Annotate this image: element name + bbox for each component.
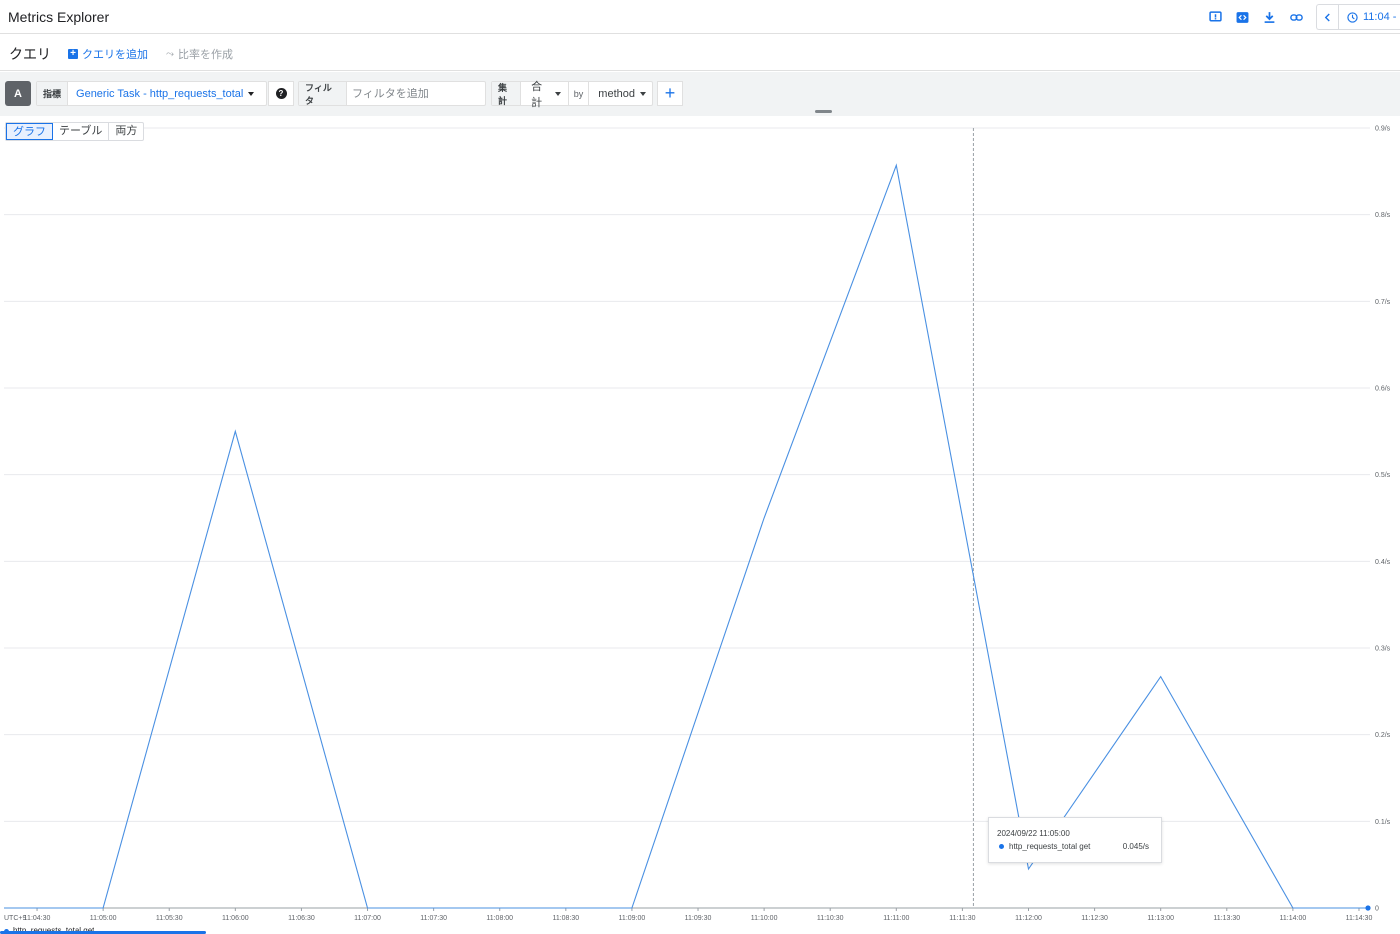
caret-down-icon (640, 91, 646, 96)
x-tick-label: 11:09:30 (685, 915, 712, 922)
y-tick-label: 0.8/s (1375, 212, 1391, 219)
y-tick-label: 0 (1375, 906, 1379, 913)
x-tick-label: 11:04:30 (24, 915, 51, 922)
feedback-icon[interactable] (1202, 0, 1229, 34)
view-table-button[interactable]: テーブル (53, 123, 110, 140)
x-tick-label: 11:10:30 (817, 915, 844, 922)
series-end-point (1365, 905, 1371, 911)
metrics-chart[interactable]: 0 0.1/s 0.2/s 0.3/s 0.4/s 0.5/s 0.6/s 0.7/s 0.8/… (0, 118, 1400, 926)
time-range-label: 11:04 - (1363, 11, 1397, 23)
time-range-button[interactable]: 11:04 - (1339, 5, 1400, 29)
view-graph-button[interactable]: グラフ (6, 123, 53, 140)
x-tick-label: 11:06:00 (222, 915, 249, 922)
clock-icon (1347, 11, 1358, 23)
x-tick-label: 11:08:00 (486, 915, 513, 922)
app-header: Metrics Explorer 11:04 - (0, 0, 1400, 34)
tooltip-row: http_requests_total get 0.045/s (999, 842, 1159, 851)
query-section-title: クエリ (9, 46, 51, 62)
series-line (4, 163, 1370, 909)
x-tick-label: 11:14:30 (1346, 915, 1373, 922)
caret-down-icon (554, 91, 561, 96)
chevron-left-icon[interactable] (1317, 5, 1339, 29)
filter-field: フィルタ (298, 81, 486, 106)
chart-tooltip: 2024/09/22 11:05:00 http_requests_total … (988, 817, 1162, 863)
caret-down-icon (248, 91, 255, 96)
tooltip-time: 2024/09/22 11:05:00 (997, 829, 1070, 838)
tooltip-series: http_requests_total get (1009, 842, 1091, 851)
add-query-label: クエリを追加 (82, 49, 148, 61)
view-both-button[interactable]: 両方 (109, 123, 143, 140)
x-tick-label: 11:07:00 (354, 915, 381, 922)
make-ratio-button[interactable]: ⤳ 比率を作成 (166, 46, 233, 62)
x-tick-label: 11:12:00 (1015, 915, 1042, 922)
aggregation-tag: 集計 (492, 82, 522, 106)
help-icon: ? (275, 88, 287, 99)
aggregation-field: 集計 合計 by method (491, 81, 653, 109)
y-tick-label: 0.6/s (1375, 386, 1391, 393)
header-actions: 11:04 - (1202, 0, 1400, 34)
code-icon[interactable] (1229, 0, 1256, 34)
x-tick-label: 11:08:30 (552, 915, 579, 922)
x-tick-label: 11:09:00 (619, 915, 646, 922)
link-icon[interactable] (1283, 0, 1310, 34)
query-builder: A 指標 Generic Task - http_requests_total … (0, 72, 1400, 116)
timezone-label: UTC+9 (4, 915, 26, 922)
filter-input[interactable] (347, 87, 485, 100)
y-tick-label: 0.3/s (1375, 646, 1391, 653)
group-by-select[interactable]: method (589, 88, 652, 100)
aggregation-select[interactable]: 合計 (521, 81, 569, 109)
filter-tag: フィルタ (299, 82, 347, 106)
download-icon[interactable] (1256, 0, 1283, 34)
x-tick-label: 11:11:30 (949, 915, 975, 922)
x-tick-label: 11:13:00 (1147, 915, 1174, 922)
x-tick-label: 11:12:30 (1081, 915, 1108, 922)
x-tick-label: 11:10:00 (751, 915, 778, 922)
add-box-icon: + (68, 49, 78, 59)
resize-handle[interactable] (815, 110, 832, 113)
tooltip-value: 0.045/s (1122, 842, 1149, 851)
metric-value[interactable]: Generic Task - http_requests_total (68, 88, 262, 100)
y-tick-label: 0.9/s (1375, 126, 1391, 133)
add-clause-button[interactable]: + (657, 81, 683, 106)
by-label: by (569, 82, 590, 105)
x-tick-label: 11:11:00 (883, 915, 909, 922)
aggregation-value: 合計 (531, 80, 543, 109)
x-tick-label: 11:13:30 (1213, 915, 1240, 922)
y-tick-label: 0.7/s (1375, 299, 1391, 306)
view-toggle: グラフ テーブル 両方 (5, 122, 145, 141)
time-range-group: 11:04 - (1316, 4, 1400, 30)
make-ratio-label: 比率を作成 (178, 49, 233, 61)
y-tick-label: 0.2/s (1375, 732, 1391, 739)
series-dot-icon (999, 844, 1004, 849)
x-tick-label: 11:14:00 (1280, 915, 1307, 922)
metric-value-text: Generic Task - http_requests_total (76, 87, 244, 100)
app-title: Metrics Explorer (8, 9, 110, 25)
add-query-button[interactable]: + クエリを追加 (68, 46, 148, 62)
y-tick-label: 0.5/s (1375, 472, 1391, 479)
x-tick-label: 11:05:30 (156, 915, 183, 922)
y-tick-label: 0.4/s (1375, 559, 1391, 566)
x-tick-label: 11:05:00 (90, 915, 117, 922)
x-tick-label: 11:07:30 (420, 915, 447, 922)
x-tick-label: 11:06:30 (288, 915, 315, 922)
help-button[interactable]: ? (268, 81, 294, 106)
query-bar: クエリ + クエリを追加 ⤳ 比率を作成 (0, 35, 1400, 71)
metric-tag: 指標 (37, 82, 69, 105)
metric-selector[interactable]: 指標 Generic Task - http_requests_total (36, 81, 267, 106)
ratio-icon: ⤳ (166, 48, 174, 60)
y-tick-label: 0.1/s (1375, 819, 1391, 826)
query-letter-badge[interactable]: A (5, 81, 31, 106)
group-by-value: method (598, 87, 635, 100)
